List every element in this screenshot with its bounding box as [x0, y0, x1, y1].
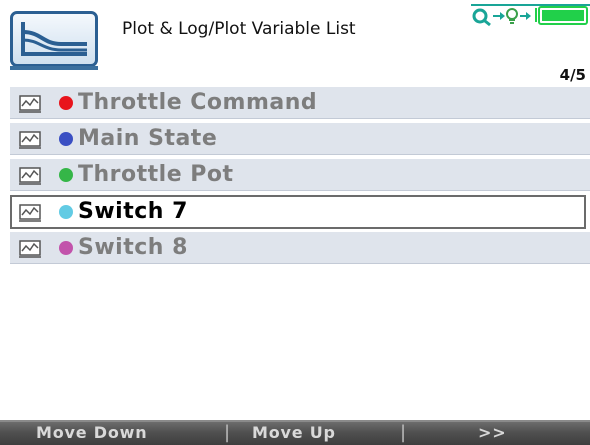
list-item-label: Switch 8: [78, 235, 188, 260]
series-color-dot: [59, 132, 73, 146]
list-item[interactable]: Throttle Pot: [10, 159, 590, 191]
move-up-button[interactable]: Move Up: [252, 423, 336, 442]
list-item[interactable]: Throttle Command: [10, 87, 590, 119]
plot-icon: [19, 240, 41, 258]
status-bar: [471, 4, 590, 27]
next-button[interactable]: >>: [478, 423, 506, 442]
list-item[interactable]: Switch 8: [10, 232, 590, 264]
plot-icon: [19, 95, 41, 113]
plot-icon: [19, 131, 41, 149]
plot-icon: [19, 204, 41, 222]
page-counter: 4/5: [559, 66, 586, 84]
list-item-selected[interactable]: Switch 7: [10, 195, 586, 229]
series-color-dot: [59, 96, 73, 110]
move-down-button[interactable]: Move Down: [36, 423, 147, 442]
variable-list: Throttle Command Main State Throttle Pot…: [10, 87, 590, 268]
battery-icon: [535, 6, 588, 25]
list-item-label: Throttle Pot: [78, 162, 234, 187]
list-item-label: Throttle Command: [78, 90, 318, 115]
series-color-dot: [59, 168, 73, 182]
bulb-icon: [506, 8, 531, 24]
chart-waves-icon: [10, 11, 98, 70]
plot-icon: [19, 167, 41, 185]
series-color-dot: [59, 205, 73, 219]
connection-link-icon: [472, 8, 505, 27]
header: Plot & Log/Plot Variable List 4/5: [0, 0, 590, 86]
softkey-bar: Move Down | Move Up | >>: [0, 420, 590, 445]
softkey-separator: |: [224, 422, 231, 443]
series-color-dot: [59, 241, 73, 255]
softkey-separator: |: [400, 422, 407, 443]
page-title: Plot & Log/Plot Variable List: [122, 19, 356, 39]
list-item[interactable]: Main State: [10, 123, 590, 155]
list-item-label: Main State: [78, 126, 218, 151]
list-item-label: Switch 7: [78, 199, 188, 224]
